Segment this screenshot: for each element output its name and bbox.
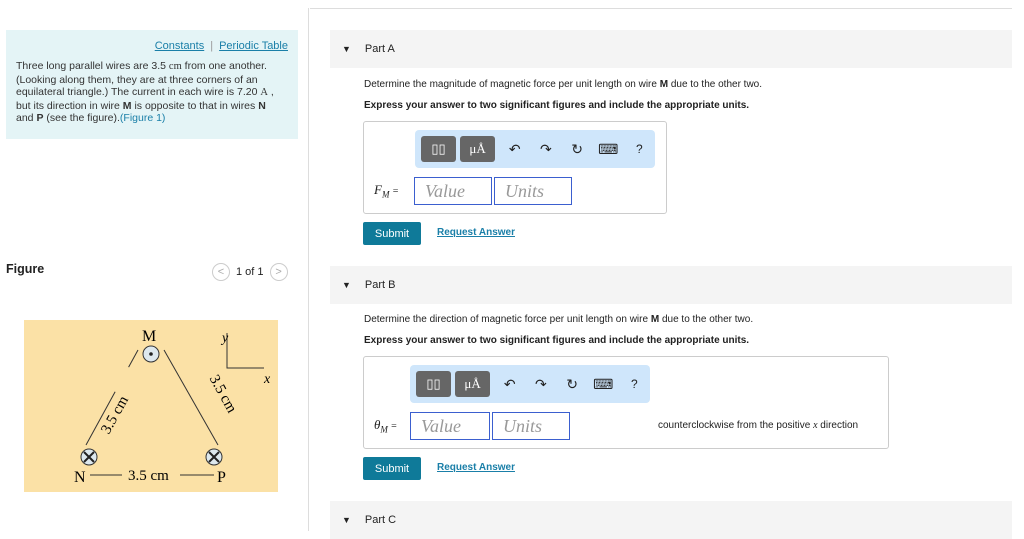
part-title: Part A [364, 43, 395, 55]
part-b-answer-box: ▯▯ μÅ ↶ ↷ ↻ ⌨ ? θM = Value Units counter… [363, 356, 889, 449]
problem-panel: Constants | Periodic Table Three long para… [6, 30, 298, 139]
redo-icon[interactable]: ↷ [530, 141, 561, 158]
text: Three long parallel wires are 3.5 [16, 60, 169, 72]
link-separator: | [210, 40, 214, 52]
text: Determine the magnitude of magnetic forc… [364, 79, 660, 90]
unit: cm [168, 61, 182, 72]
figure-link[interactable]: (Figure 1) [120, 112, 166, 124]
text: direction [817, 420, 859, 431]
wire-diagram: 3.5 cm 3.5 cm 3.5 cm M N P y x [74, 328, 271, 486]
text: (see the figure). [43, 112, 120, 125]
figure-image: 3.5 cm 3.5 cm 3.5 cm M N P y x [24, 320, 278, 492]
keyboard-icon[interactable]: ⌨ [593, 141, 624, 158]
label-N: N [74, 469, 86, 486]
units-input[interactable]: Units [494, 177, 572, 205]
axis-y: y [220, 331, 229, 346]
wire-P-in-icon [205, 448, 223, 466]
part-title: Part B [364, 279, 396, 291]
sub: M [380, 424, 388, 435]
collapse-triangle-icon: ▼ [342, 515, 351, 525]
value-input[interactable]: Value [410, 412, 490, 440]
label-P: P [217, 469, 226, 486]
units-button[interactable]: μÅ [455, 371, 491, 397]
panel-divider [308, 8, 309, 531]
undo-icon[interactable]: ↶ [499, 141, 530, 158]
reset-icon[interactable]: ↻ [556, 376, 587, 393]
part-b-request-answer-link[interactable]: Request Answer [437, 462, 515, 473]
text: M [650, 314, 660, 325]
figure-title: Figure [6, 262, 45, 276]
unit: A [260, 87, 268, 99]
units-input[interactable]: Units [492, 412, 570, 440]
label-M: M [142, 328, 156, 345]
collapse-triangle-icon: ▼ [342, 280, 351, 290]
text: and [16, 112, 37, 125]
direction-suffix: counterclockwise from the positive x dir… [658, 420, 858, 431]
help-icon[interactable]: ? [619, 377, 650, 391]
wire-label: M [122, 99, 132, 112]
answer-label: FM = [374, 182, 398, 200]
text: M [659, 79, 669, 90]
templates-button[interactable]: ▯▯ [416, 371, 452, 397]
periodic-table-link[interactable]: Periodic Table [219, 40, 288, 52]
collapse-triangle-icon: ▼ [342, 44, 351, 54]
math-toolbar: ▯▯ μÅ ↶ ↷ ↻ ⌨ ? [410, 365, 650, 403]
constants-link[interactable]: Constants [155, 40, 205, 52]
axis-x: x [263, 372, 271, 387]
wire-M-out-icon [142, 345, 160, 363]
resource-links: Constants | Periodic Table [16, 40, 288, 52]
distance-label-left: 3.5 cm [98, 393, 132, 437]
part-a-submit-button[interactable]: Submit [363, 222, 421, 245]
part-b-question: Determine the direction of magnetic forc… [364, 314, 753, 325]
answer-label: θM = [374, 417, 397, 435]
units-button[interactable]: μÅ [460, 136, 496, 162]
part-b-instruction: Express your answer to two significant f… [364, 335, 750, 346]
prev-figure-button[interactable]: < [212, 263, 230, 281]
distance-label-right: 3.5 cm [206, 372, 240, 416]
part-b-submit-button[interactable]: Submit [363, 457, 421, 480]
reset-icon[interactable]: ↻ [561, 141, 592, 158]
part-b-header[interactable]: ▼ Part B [330, 266, 1012, 304]
part-a-request-answer-link[interactable]: Request Answer [437, 227, 515, 238]
text: due to the other two. [659, 314, 754, 325]
templates-button[interactable]: ▯▯ [421, 136, 457, 162]
sub: M [381, 189, 390, 200]
pager-text: 1 of 1 [236, 266, 264, 278]
undo-icon[interactable]: ↶ [494, 376, 525, 393]
keyboard-icon[interactable]: ⌨ [588, 376, 619, 393]
part-a-question: Determine the magnitude of magnetic forc… [364, 79, 762, 90]
text: Determine the direction of magnetic forc… [364, 314, 651, 325]
value-input[interactable]: Value [414, 177, 492, 205]
figure-pager: < 1 of 1 > [212, 263, 288, 281]
distance-label-bottom: 3.5 cm [128, 468, 169, 484]
top-rule [310, 8, 1012, 9]
text: is opposite to that in wires [131, 99, 259, 112]
wire-N-in-icon [80, 448, 98, 466]
equals: = [391, 421, 397, 432]
part-a-instruction: Express your answer to two significant f… [364, 100, 750, 111]
text: due to the other two. [668, 79, 763, 90]
text: counterclockwise from the positive [658, 420, 814, 431]
next-figure-button[interactable]: > [269, 263, 288, 281]
var: F [374, 182, 382, 197]
part-a-header[interactable]: ▼ Part A [330, 30, 1012, 68]
part-title: Part C [364, 514, 397, 526]
wire-label: N [258, 99, 266, 112]
part-c-header[interactable]: ▼ Part C [330, 501, 1012, 539]
math-toolbar: ▯▯ μÅ ↶ ↷ ↻ ⌨ ? [415, 130, 655, 168]
equals: = [392, 186, 399, 197]
redo-icon[interactable]: ↷ [525, 376, 556, 393]
problem-text: Three long parallel wires are 3.5 cm fro… [16, 60, 288, 125]
help-icon[interactable]: ? [624, 142, 655, 156]
part-a-answer-box: ▯▯ μÅ ↶ ↷ ↻ ⌨ ? FM = Value Units [363, 121, 667, 214]
